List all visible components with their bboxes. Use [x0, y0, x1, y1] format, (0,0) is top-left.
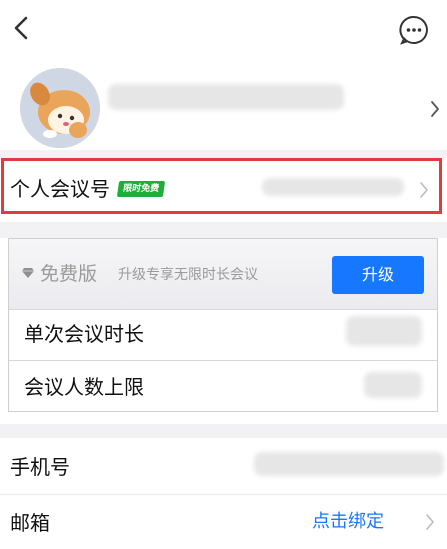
back-chevron-icon[interactable]	[8, 10, 36, 46]
chevron-right-icon[interactable]	[428, 98, 442, 120]
participants-value-obscured	[364, 372, 422, 398]
single-meeting-duration-label: 单次会议时长	[24, 322, 144, 346]
upgrade-button[interactable]: 升级	[332, 256, 424, 294]
meeting-id-obscured	[262, 178, 404, 196]
section-divider	[0, 150, 447, 158]
chat-more-icon[interactable]	[398, 14, 430, 46]
divider	[0, 494, 447, 495]
section-divider	[0, 424, 447, 438]
avatar[interactable]	[20, 68, 100, 148]
divider	[9, 309, 437, 310]
limited-free-badge: 限时免费	[116, 181, 166, 197]
bind-email-link[interactable]: 点击绑定	[312, 510, 384, 534]
plan-name: 免费版	[40, 263, 98, 285]
plan-description: 升级专享无限时长会议	[118, 267, 258, 283]
cartoon-avatar-image	[20, 68, 100, 148]
personal-meeting-id-label: 个人会议号	[10, 177, 110, 201]
user-name-obscured	[108, 84, 344, 110]
chevron-right-icon[interactable]	[424, 512, 436, 532]
chevron-right-icon[interactable]	[418, 180, 430, 200]
email-label: 邮箱	[10, 511, 50, 535]
phone-number-obscured	[254, 452, 444, 476]
diamond-icon	[22, 268, 34, 278]
section-divider	[0, 222, 447, 238]
max-participants-label: 会议人数上限	[24, 375, 144, 399]
divider	[9, 360, 437, 361]
duration-value-obscured	[346, 316, 422, 346]
phone-label: 手机号	[10, 455, 70, 479]
